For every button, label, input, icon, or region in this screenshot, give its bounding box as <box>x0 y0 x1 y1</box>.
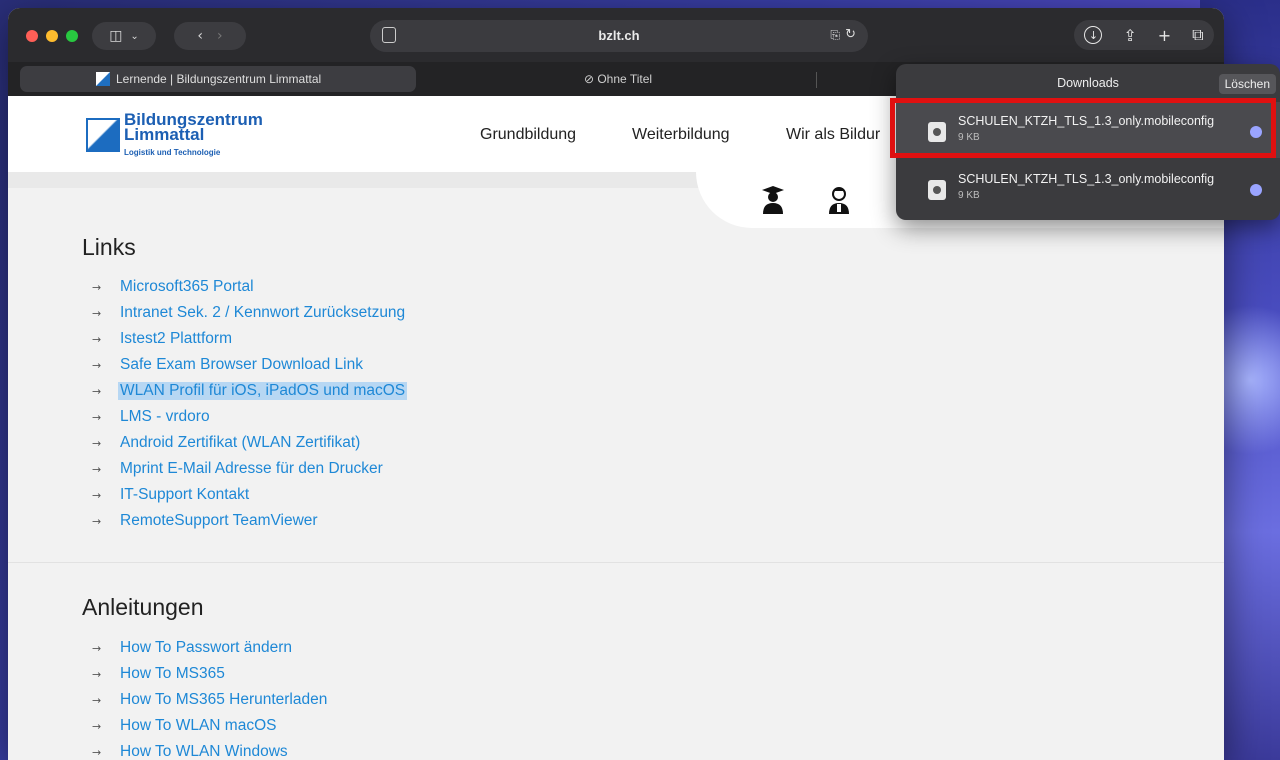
sidebar-icon: ◫ <box>109 28 123 44</box>
list-item[interactable]: → LMS - vrdoro <box>92 404 407 430</box>
address-url: bzlt.ch <box>598 28 640 43</box>
link-text[interactable]: Android Zertifikat (WLAN Zertifikat) <box>120 434 360 452</box>
list-item[interactable]: → Intranet Sek. 2 / Kennwort Zurücksetzun… <box>92 300 407 326</box>
link-text[interactable]: How To WLAN Windows <box>120 743 288 760</box>
reader-icon[interactable]: ⎘ <box>830 28 840 43</box>
student-icon[interactable] <box>760 184 786 214</box>
site-favicon-icon <box>96 72 110 86</box>
list-item[interactable]: → IT-Support Kontakt <box>92 482 407 508</box>
tab-divider <box>816 72 817 88</box>
arrow-icon: → <box>92 306 102 320</box>
arrow-icon: → <box>92 410 102 424</box>
toolbar-actions: ↓ ⇪ + ⧉ <box>1074 20 1214 50</box>
list-item[interactable]: → How To MS365 <box>92 661 327 687</box>
arrow-icon: → <box>92 719 102 733</box>
tab-overview-icon[interactable]: ⧉ <box>1192 25 1203 45</box>
new-tab-icon[interactable]: + <box>1158 26 1171 45</box>
share-icon[interactable]: ⇪ <box>1123 26 1136 45</box>
list-item[interactable]: → Mprint E-Mail Adresse für den Drucker <box>92 456 407 482</box>
links-section-title: Links <box>82 234 136 260</box>
nav-grundbildung[interactable]: Grundbildung <box>480 126 576 144</box>
arrow-icon: → <box>92 693 102 707</box>
forward-icon[interactable]: › <box>217 28 223 44</box>
annotation-highlight-box <box>890 98 1276 158</box>
download-icon[interactable]: ↓ <box>1084 26 1103 44</box>
close-window-button[interactable] <box>26 30 38 42</box>
tab-lernende[interactable]: Lernende | Bildungszentrum Limmattal <box>20 66 416 92</box>
list-item[interactable]: → RemoteSupport TeamViewer <box>92 508 407 534</box>
nav-weiterbildung[interactable]: Weiterbildung <box>632 126 730 144</box>
tab-ohne-titel[interactable]: ⊘ Ohne Titel <box>418 66 818 92</box>
sidebar-toggle-button[interactable]: ◫ ⌄ <box>92 22 156 50</box>
links-list: → Microsoft365 Portal → Intranet Sek. 2 / … <box>92 274 408 534</box>
config-file-icon <box>928 180 946 200</box>
list-item[interactable]: → Safe Exam Browser Download Link <box>92 352 407 378</box>
link-text[interactable]: How To Passwort ändern <box>120 639 292 657</box>
nav-wir-als-bildung[interactable]: Wir als Bildur <box>786 126 880 144</box>
link-text[interactable]: Safe Exam Browser Download Link <box>120 356 363 374</box>
arrow-icon: → <box>92 641 102 655</box>
list-item[interactable]: → Istest2 Plattform <box>92 326 407 352</box>
arrow-icon: → <box>92 462 102 476</box>
clear-downloads-button[interactable]: Löschen <box>1218 74 1276 94</box>
logo-icon[interactable] <box>86 118 120 152</box>
link-text[interactable]: RemoteSupport TeamViewer <box>120 512 318 530</box>
link-text[interactable]: Intranet Sek. 2 / Kennwort Zurücksetzung <box>120 304 405 322</box>
link-text[interactable]: Mprint E-Mail Adresse für den Drucker <box>120 460 383 478</box>
list-item[interactable]: → How To MS365 Herunterladen <box>92 687 327 713</box>
reveal-in-finder-icon[interactable] <box>1250 184 1262 196</box>
arrow-icon: → <box>92 384 102 398</box>
minimize-window-button[interactable] <box>46 30 58 42</box>
link-text[interactable]: Microsoft365 Portal <box>120 278 254 296</box>
wlan-profile-link[interactable]: WLAN Profil für iOS, iPadOS und macOS <box>118 382 408 400</box>
download-size: 9 KB <box>958 190 980 201</box>
logo-text[interactable]: Bildungszentrum Limmattal <box>124 111 263 144</box>
guides-section-title: Anleitungen <box>82 594 204 620</box>
browser-toolbar: ◫ ⌄ ‹ › bzlt.ch ⎘ ↻ ↓ ⇪ + ⧉ <box>8 8 1224 62</box>
download-filename: SCHULEN_KTZH_TLS_1.3_only.mobileconfig <box>958 172 1215 186</box>
list-item[interactable]: → Microsoft365 Portal <box>92 274 407 300</box>
arrow-icon: → <box>92 745 102 759</box>
tab-label: Lernende | Bildungszentrum Limmattal <box>116 72 322 86</box>
chevron-down-icon: ⌄ <box>130 30 139 42</box>
list-item[interactable]: → How To WLAN Windows <box>92 739 327 760</box>
navigation-buttons: ‹ › <box>174 22 246 50</box>
back-icon[interactable]: ‹ <box>197 28 203 44</box>
arrow-icon: → <box>92 667 102 681</box>
link-text[interactable]: Istest2 Plattform <box>120 330 232 348</box>
teacher-icon[interactable] <box>826 184 852 214</box>
arrow-icon: → <box>92 332 102 346</box>
arrow-icon: → <box>92 436 102 450</box>
link-text[interactable]: How To WLAN macOS <box>120 717 276 735</box>
arrow-icon: → <box>92 514 102 528</box>
logo-tagline: Logistik und Technologie <box>124 148 221 157</box>
guides-list: → How To Passwort ändern → How To MS365 → H… <box>92 635 327 760</box>
link-text[interactable]: LMS - vrdoro <box>120 408 210 426</box>
link-text[interactable]: IT-Support Kontakt <box>120 486 249 504</box>
list-item[interactable]: → How To WLAN macOS <box>92 713 327 739</box>
list-item[interactable]: → How To Passwort ändern <box>92 635 327 661</box>
tab-label: ⊘ Ohne Titel <box>583 72 653 86</box>
list-item[interactable]: → Android Zertifikat (WLAN Zertifikat) <box>92 430 407 456</box>
download-item[interactable]: SCHULEN_KTZH_TLS_1.3_only.mobileconfig 9… <box>896 160 1280 216</box>
zoom-window-button[interactable] <box>66 30 78 42</box>
section-divider <box>8 562 1224 563</box>
arrow-icon: → <box>92 280 102 294</box>
arrow-icon: → <box>92 488 102 502</box>
link-text[interactable]: How To MS365 Herunterladen <box>120 691 327 709</box>
arrow-icon: → <box>92 358 102 372</box>
reload-icon[interactable]: ↻ <box>845 27 856 42</box>
list-item[interactable]: → WLAN Profil für iOS, iPadOS und macOS <box>92 378 408 404</box>
link-text[interactable]: How To MS365 <box>120 665 225 683</box>
logo-line2: Limmattal <box>124 125 205 144</box>
address-bar[interactable]: bzlt.ch ⎘ ↻ <box>370 20 868 52</box>
